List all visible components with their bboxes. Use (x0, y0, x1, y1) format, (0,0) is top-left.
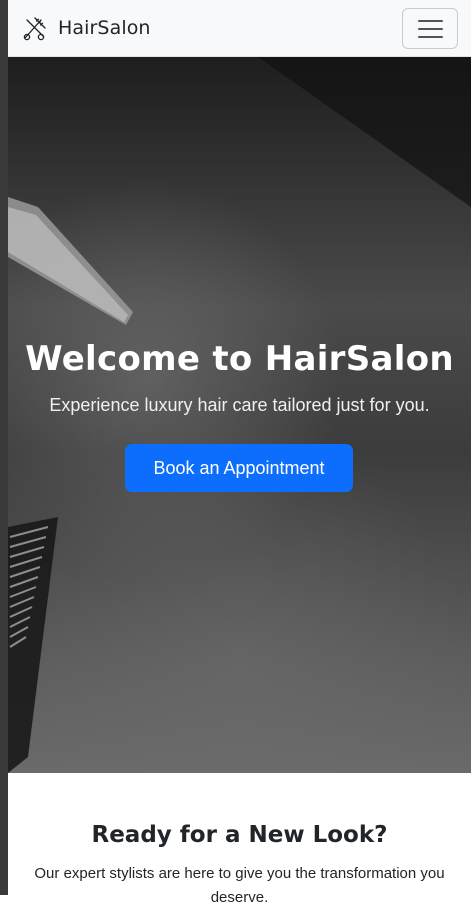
book-appointment-button[interactable]: Book an Appointment (125, 444, 353, 492)
hero-title: Welcome to HairSalon (25, 339, 454, 379)
cta-section: Ready for a New Look? Our expert stylist… (8, 773, 471, 906)
section-title: Ready for a New Look? (91, 822, 388, 848)
hero-subtitle: Experience luxury hair care tailored jus… (49, 395, 430, 415)
window-edge (0, 0, 8, 895)
menu-toggle-button[interactable] (402, 8, 458, 49)
scissors-comb-icon[interactable] (21, 16, 47, 42)
brand-name[interactable]: HairSalon (58, 17, 151, 39)
hero-section: Welcome to HairSalon Experience luxury h… (8, 57, 471, 773)
section-text: Our expert stylists are here to give you… (34, 865, 445, 906)
navbar: HairSalon (8, 0, 471, 57)
